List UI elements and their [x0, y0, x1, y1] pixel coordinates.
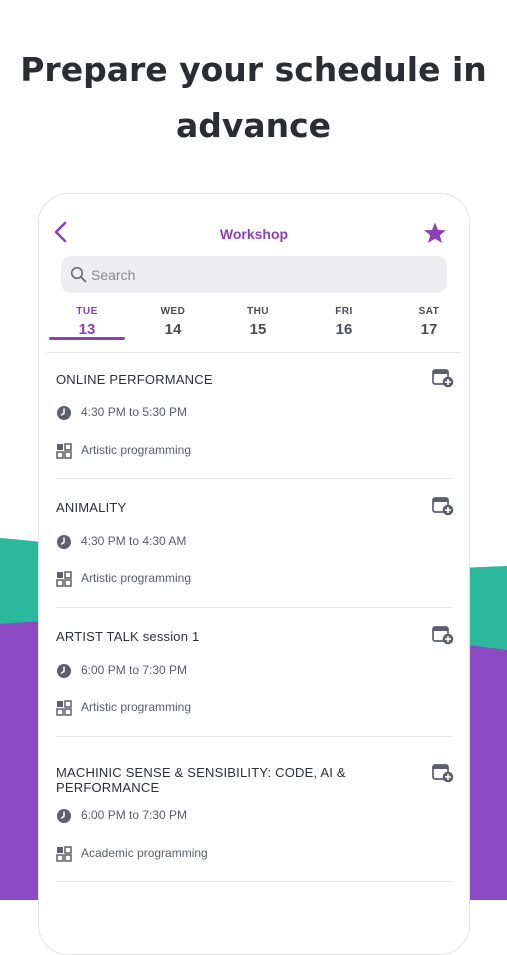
clock-icon [57, 664, 71, 678]
event-item[interactable]: ARTIST TALK session 1 6:00 PM to 7:30 PM [56, 607, 454, 737]
category-icon [56, 846, 72, 862]
category-icon [56, 571, 72, 587]
event-item[interactable]: ONLINE PERFORMANCE 4:30 PM to 5:30 PM Ar… [56, 356, 454, 479]
day-date: 17 [420, 321, 438, 338]
headline-line-2: advance [175, 106, 332, 145]
event-time: 4:30 PM to 4:30 AM [81, 534, 187, 548]
event-time: 6:00 PM to 7:30 PM [81, 808, 188, 822]
search-placeholder: Search [91, 267, 136, 283]
day-name: TUE [76, 306, 98, 317]
star-icon[interactable] [423, 221, 447, 245]
event-title: ANIMALITY [56, 500, 127, 515]
selected-day-indicator [49, 337, 125, 340]
event-item[interactable]: MACHINIC SENSE & SENSIBILITY: CODE, AI &… [56, 736, 454, 882]
day-date: 15 [249, 321, 267, 338]
event-category: Artistic programming [81, 700, 192, 714]
event-category: Academic programming [81, 846, 208, 860]
top-bar: Workshop [39, 194, 469, 258]
day-date: 13 [78, 321, 96, 338]
clock-icon [57, 406, 71, 420]
page-title: Workshop [219, 226, 289, 242]
day-tab-fri[interactable]: FRI 16 [304, 306, 384, 338]
event-title: ARTIST TALK session 1 [56, 629, 200, 644]
add-to-calendar-icon[interactable] [432, 368, 454, 388]
day-tab-tue[interactable]: TUE 13 [47, 306, 127, 340]
day-tabs: TUE 13 WED 14 THU 15 FRI 16 SAT 17 [47, 306, 461, 353]
event-time: 4:30 PM to 5:30 PM [81, 405, 188, 419]
day-name: SAT [418, 306, 440, 317]
day-tab-wed[interactable]: WED 14 [133, 306, 213, 338]
event-category: Artistic programming [81, 443, 192, 457]
event-category: Artistic programming [81, 571, 192, 585]
search-input[interactable]: Search [61, 256, 447, 293]
headline-line-1: Prepare your schedule in [20, 50, 487, 89]
add-to-calendar-icon[interactable] [432, 496, 454, 516]
search-icon [70, 266, 87, 283]
category-icon [56, 700, 72, 716]
category-icon [56, 443, 72, 459]
day-name: FRI [335, 306, 353, 317]
day-tab-sat[interactable]: SAT 17 [389, 306, 469, 338]
event-item[interactable]: ANIMALITY 4:30 PM to 4:30 AM Artistic pr… [56, 478, 454, 608]
event-time: 6:00 PM to 7:30 PM [81, 663, 188, 677]
clock-icon [57, 535, 71, 549]
day-date: 14 [164, 321, 182, 338]
day-date: 16 [335, 321, 353, 338]
day-name: THU [246, 306, 270, 317]
phone-frame: Workshop Search TUE 13 WED 14 THU 15 FRI… [38, 193, 470, 955]
headline: Prepare your schedule in advance [0, 42, 507, 154]
day-name: WED [160, 306, 186, 317]
clock-icon [57, 809, 71, 823]
add-to-calendar-icon[interactable] [432, 763, 454, 783]
day-tab-thu[interactable]: THU 15 [218, 306, 298, 338]
event-title: ONLINE PERFORMANCE [56, 372, 213, 387]
add-to-calendar-icon[interactable] [432, 625, 454, 645]
event-title: MACHINIC SENSE & SENSIBILITY: CODE, AI &… [56, 765, 346, 795]
